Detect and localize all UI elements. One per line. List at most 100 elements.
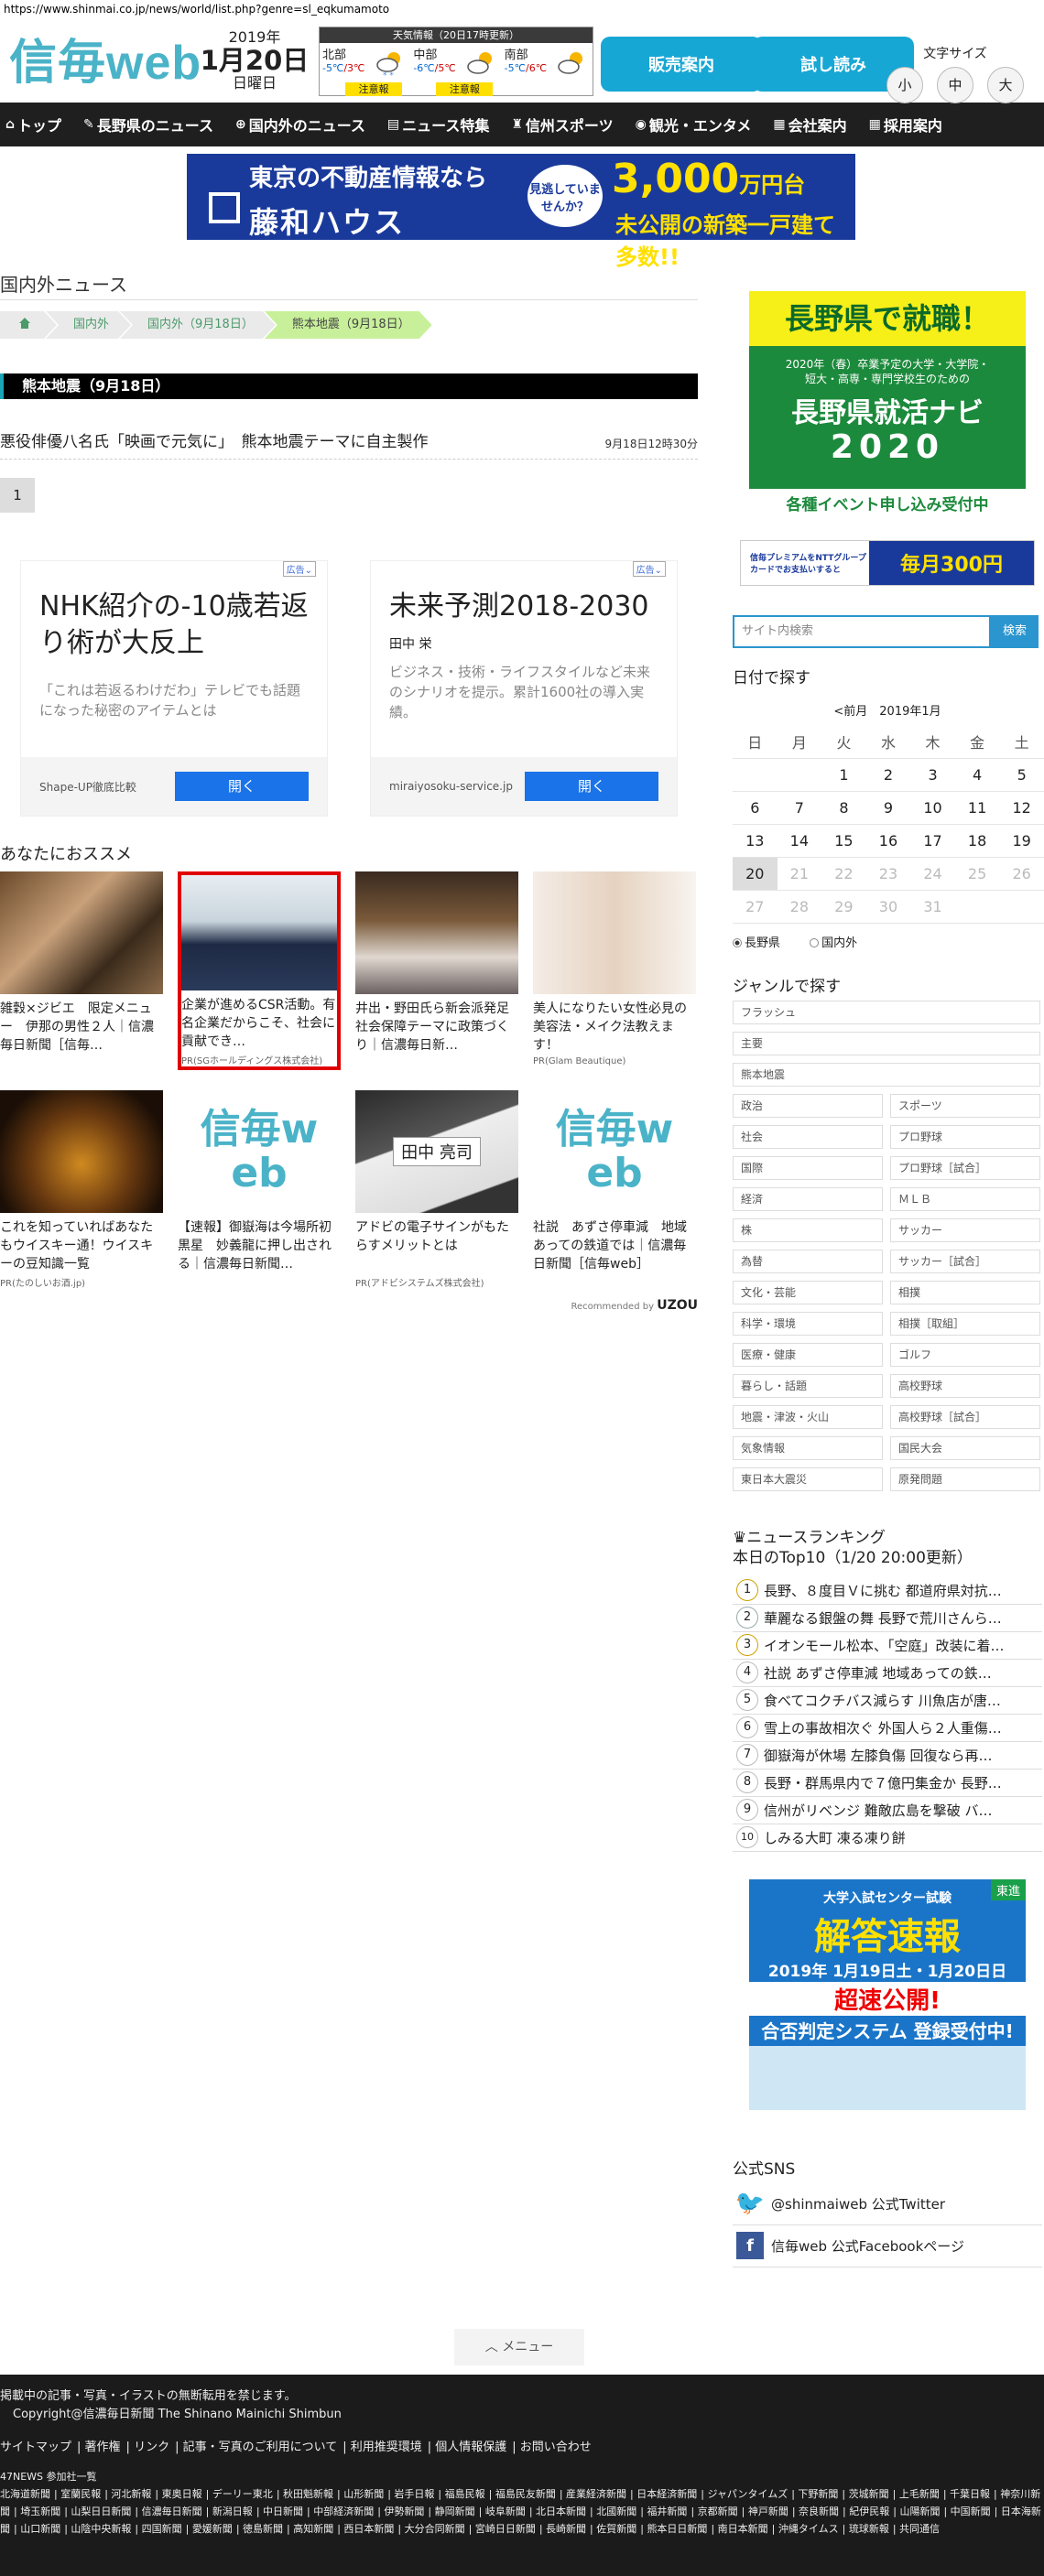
footer-link[interactable]: 記事・写真のご利用について <box>183 2441 338 2454</box>
paper-link[interactable]: 信濃毎日新聞 <box>142 2506 202 2517</box>
genre-link[interactable]: 主要 <box>733 1031 1040 1055</box>
breadcrumb-home[interactable] <box>0 311 57 339</box>
paper-link[interactable]: 上毛新聞 <box>899 2488 940 2500</box>
nav-feature[interactable]: ▤ ニュース特集 <box>387 114 489 135</box>
paper-link[interactable]: 高知新聞 <box>293 2523 333 2535</box>
paper-link[interactable]: 岐阜新聞 <box>485 2506 526 2517</box>
paper-link[interactable]: 下野新聞 <box>798 2488 838 2500</box>
footer-link[interactable]: 利用推奨環境 <box>351 2441 422 2454</box>
sales-info-button[interactable]: 販売案内 <box>601 37 762 92</box>
ranking-item[interactable]: 8 長野・群馬県内で７億円集金か 長野… <box>733 1770 1042 1797</box>
calendar-day[interactable]: 11 <box>954 791 1000 825</box>
paper-link[interactable]: 北海道新聞 <box>0 2488 50 2500</box>
calendar-day[interactable]: 7 <box>777 791 822 825</box>
footer-link[interactable]: サイトマップ <box>0 2441 71 2454</box>
paper-link[interactable]: 熊本日日新聞 <box>647 2523 707 2535</box>
breadcrumb-world[interactable]: 国内外 <box>46 311 131 339</box>
genre-link[interactable]: 地震・津波・火山 <box>733 1404 883 1429</box>
paper-link[interactable]: 山梨日日新聞 <box>71 2506 131 2517</box>
calendar-day[interactable]: 15 <box>821 824 866 858</box>
paper-link[interactable]: 山陰中央新報 <box>71 2523 131 2535</box>
ad-tag[interactable]: 広告⌄ <box>282 561 316 577</box>
ranking-item[interactable]: 10 しみる大町 凍る凍り餅 <box>733 1824 1042 1852</box>
weather-widget[interactable]: 天気情報（20日17時更新） 北部 -5℃/3℃ * * 注意報 中部 -6℃/… <box>319 27 593 96</box>
recommend-card[interactable]: 美人になりたい女性必見の美容法・メイク法教えます！ PR(Glam Beauti… <box>533 871 696 1070</box>
ranking-item[interactable]: 5 食べてコクチバス減らす 川魚店が唐… <box>733 1687 1042 1715</box>
search-button[interactable]: 検索 <box>991 615 1039 648</box>
job-navi-ad[interactable]: 長野県で就職！ 2020年（春）卒業予定の大学・大学院・ 短大・高専・専門学校生の… <box>749 291 1026 522</box>
genre-link[interactable]: ＭＬＢ <box>890 1186 1040 1211</box>
paper-link[interactable]: 福島民友新聞 <box>495 2488 556 2500</box>
footer-link[interactable]: 個人情報保護 <box>435 2441 506 2454</box>
paper-link[interactable]: 北日本新聞 <box>536 2506 586 2517</box>
ranking-item[interactable]: 7 御嶽海が休場 左膝負傷 回復なら再… <box>733 1742 1042 1770</box>
paper-link[interactable]: 千葉日報 <box>950 2488 990 2500</box>
nav-sports[interactable]: ♜ 信州スポーツ <box>511 114 613 135</box>
calendar-day[interactable]: 9 <box>865 791 911 825</box>
paper-link[interactable]: 中部経済新聞 <box>313 2506 374 2517</box>
pagination-page[interactable]: 1 <box>0 478 35 513</box>
genre-link[interactable]: プロ野球［試合］ <box>890 1155 1040 1180</box>
footer-link[interactable]: 著作権 <box>85 2441 121 2454</box>
ranking-item[interactable]: 4 社説 あずさ停車減 地域あっての鉄… <box>733 1660 1042 1687</box>
recommend-card[interactable]: 田中 亮司 アドビの電子サインがもたらすメリットとは PR(アドビシステムズ株式… <box>355 1090 518 1289</box>
paper-link[interactable]: 中日新聞 <box>263 2506 303 2517</box>
paper-link[interactable]: 琉球新報 <box>849 2523 889 2535</box>
calendar-day[interactable]: 10 <box>910 791 955 825</box>
exam-answer-ad[interactable]: 東進 大学入試センター試験 解答速報 2019年 1月19日土・1月20日日 超… <box>749 1878 1026 2110</box>
paper-link[interactable]: 紀伊民報 <box>849 2506 889 2517</box>
nav-top[interactable]: ⌂ トップ <box>5 114 61 135</box>
recommend-card[interactable]: これを知っていればあなたもウイスキー通！ウイスキーの豆知識一覧 PR(たのしいお… <box>0 1090 163 1289</box>
ranking-item[interactable]: 3 イオンモール松本、「空庭」改装に着… <box>733 1632 1042 1660</box>
paper-link[interactable]: 山口新聞 <box>20 2523 60 2535</box>
calendar-day[interactable]: 13 <box>733 824 778 858</box>
calendar-day[interactable]: 3 <box>910 758 955 792</box>
genre-link[interactable]: 原発問題 <box>890 1467 1040 1491</box>
url-bar[interactable]: https://www.shinmai.co.jp/news/world/lis… <box>0 0 1044 18</box>
recommend-card[interactable]: 信毎web 【速報】御嶽海は今場所初黒星 妙義龍に押し出される｜信濃毎日新聞… <box>178 1090 341 1289</box>
nav-recruit[interactable]: ▦ 採用案内 <box>869 114 942 135</box>
facebook-link[interactable]: f 信毎web 公式Facebookページ <box>733 2225 1042 2268</box>
genre-link[interactable]: 国際 <box>733 1155 883 1180</box>
calendar-day-today[interactable]: 20 <box>733 857 778 891</box>
font-small-button[interactable]: 小 <box>886 67 923 103</box>
top-banner-ad[interactable]: 東京の不動産情報なら 藤和ハウス 見逃していませんか？ 3,000万円台 未公開… <box>187 154 855 270</box>
genre-link[interactable]: ゴルフ <box>890 1342 1040 1367</box>
genre-link[interactable]: 文化・芸能 <box>733 1280 883 1304</box>
genre-link[interactable]: 国民大会 <box>890 1435 1040 1460</box>
paper-link[interactable]: 北國新聞 <box>596 2506 636 2517</box>
paper-link[interactable]: 沖縄タイムス <box>778 2523 839 2535</box>
nav-entame[interactable]: ◉ 観光・エンタメ <box>636 114 752 135</box>
ad-card[interactable]: 広告⌄ 未来予測2018-2030 田中 栄 ビジネス・技術・ライフスタイルなど… <box>370 560 678 817</box>
paper-link[interactable]: 南日本新聞 <box>718 2523 768 2535</box>
calendar-day[interactable]: 18 <box>954 824 1000 858</box>
paper-link[interactable]: 静岡新聞 <box>435 2506 475 2517</box>
paper-link[interactable]: 徳島新聞 <box>243 2523 283 2535</box>
genre-link[interactable]: 経済 <box>733 1186 883 1211</box>
paper-link[interactable]: 福島民報 <box>445 2488 485 2500</box>
paper-link[interactable]: 西日本新聞 <box>343 2523 394 2535</box>
paper-link[interactable]: 共同通信 <box>899 2523 940 2535</box>
ad-card[interactable]: 広告⌄ NHK紹介の-10歳若返り術が大反上 「これは若返るわけだわ」テレビでも… <box>20 560 328 817</box>
calendar-day[interactable]: 5 <box>999 758 1044 792</box>
calendar-day[interactable]: 1 <box>821 758 866 792</box>
paper-link[interactable]: 山陽新聞 <box>899 2506 940 2517</box>
paper-link[interactable]: 産業経済新聞 <box>566 2488 626 2500</box>
genre-link[interactable]: 相撲［取組］ <box>890 1311 1040 1336</box>
genre-link[interactable]: 社会 <box>733 1124 883 1149</box>
calendar-day[interactable]: 17 <box>910 824 955 858</box>
paper-link[interactable]: 日本経済新聞 <box>636 2488 697 2500</box>
genre-link[interactable]: 高校野球［試合］ <box>890 1404 1040 1429</box>
breadcrumb-world-date[interactable]: 国内外（9月18日） <box>120 311 276 339</box>
nav-world[interactable]: ⊕ 国内外のニュース <box>235 114 365 135</box>
site-logo[interactable]: 信毎web <box>9 33 201 93</box>
genre-link[interactable]: 為替 <box>733 1249 883 1273</box>
recommended-by[interactable]: Recommended by UZOU <box>0 1298 698 1313</box>
paper-link[interactable]: 佐賀新聞 <box>596 2523 636 2535</box>
recommend-card[interactable]: 井出・野田氏ら新会派発足 社会保障テーマに政策づくり｜信濃毎日新… <box>355 871 518 1070</box>
ranking-item[interactable]: 2 華麗なる銀盤の舞 長野で荒川さんら… <box>733 1605 1042 1632</box>
calendar-day[interactable]: 14 <box>777 824 822 858</box>
genre-link[interactable]: 高校野球 <box>890 1373 1040 1398</box>
paper-link[interactable]: 伊勢新聞 <box>384 2506 424 2517</box>
ad-open-button[interactable]: 開く <box>525 772 658 801</box>
